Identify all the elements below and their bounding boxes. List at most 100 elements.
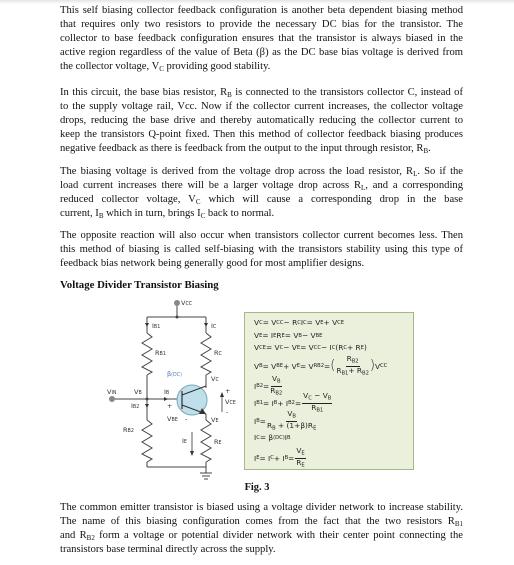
- text-run: = V: [300, 343, 314, 352]
- label-re: RE: [214, 438, 222, 446]
- numerator: VC − VB: [302, 391, 333, 404]
- equation: VE = IERE = VB − V BE: [254, 331, 322, 340]
- text-run: + (1+β)R: [275, 420, 314, 430]
- text-line: transistors base terminal directly acros…: [60, 543, 463, 557]
- text-run: = V: [299, 361, 314, 371]
- denominator: RB1+ RB2: [336, 365, 369, 378]
- text-run: =: [294, 398, 302, 408]
- ie-arrow-icon: [190, 451, 194, 456]
- label-beta-dc: β(DC): [167, 370, 182, 378]
- subscript: CC: [276, 319, 284, 326]
- label-vbe-minus: -: [185, 415, 188, 423]
- subscript: E: [313, 425, 317, 431]
- text-run: − R: [283, 318, 298, 327]
- subscript: B: [286, 434, 291, 441]
- subscript: B2: [86, 534, 95, 542]
- label-rb2: RB2: [123, 426, 134, 434]
- subscript: B1: [256, 400, 264, 406]
- subscript: B2: [351, 358, 359, 365]
- subscript: CE: [259, 344, 266, 351]
- text-line: and RB2 form a voltage or potential divi…: [60, 529, 463, 543]
- text-run: ): [363, 343, 367, 352]
- ib1-arrow-icon: [145, 323, 149, 327]
- label-vce-plus: +: [225, 387, 230, 395]
- text-line: The common emitter transistor is biased …: [60, 501, 463, 515]
- text-run: The common emitter transistor is biased …: [60, 502, 463, 513]
- parenthesis: (: [330, 358, 336, 373]
- subscript: RB2: [313, 363, 325, 369]
- equation: V CE = VC − VE = V CC − I C (R C + R E): [254, 343, 367, 352]
- resistor-rb2: [140, 419, 154, 463]
- text-run: + R: [348, 365, 363, 375]
- subscript: B: [292, 413, 296, 420]
- label-vbe-plus: +: [167, 402, 172, 410]
- text-run: = I: [262, 331, 274, 340]
- subscript: E: [301, 450, 305, 457]
- text-run: − I: [320, 343, 332, 352]
- subscript: CC: [313, 344, 321, 351]
- text-run: =: [263, 381, 270, 391]
- resistor-rc: [199, 332, 213, 376]
- text-run: + I: [273, 453, 285, 463]
- subscript: B: [277, 378, 281, 385]
- label-ib1: IB1: [152, 322, 160, 330]
- subscript: B1: [454, 520, 463, 528]
- text-run: = V: [262, 361, 277, 371]
- label-vcc: VCC: [181, 299, 193, 307]
- vce-arrow-icon: [220, 392, 224, 397]
- label-ib: IB: [164, 388, 169, 396]
- subscript: BE: [276, 363, 284, 369]
- text-run: + V: [283, 361, 297, 371]
- text-run: − V: [311, 391, 328, 400]
- text-run: The name of this biasing configuration c…: [60, 516, 455, 527]
- text-run: = V: [306, 318, 321, 327]
- figure-caption: Fig. 3: [244, 482, 270, 493]
- text-run: + R: [346, 343, 361, 352]
- subscript: B2: [362, 370, 369, 376]
- fraction: VE RE: [295, 447, 306, 470]
- text-line: The name of this biasing configuration c…: [60, 515, 463, 529]
- label-vin: VIN: [107, 388, 117, 396]
- label-rb1: RB1: [155, 349, 166, 357]
- text-run: = I: [259, 453, 271, 463]
- ib-arrow-icon: [164, 397, 168, 401]
- label-ie: IE: [182, 437, 187, 445]
- denominator: RB + (1+β)RE: [267, 420, 317, 433]
- text-run: = β: [259, 433, 274, 442]
- equation: IC = β (DC) I B: [254, 433, 291, 442]
- label-ic: IC: [211, 322, 217, 330]
- equation: IE = I C + IB = VE RE: [254, 447, 307, 469]
- resistor-re: [199, 419, 213, 463]
- text-run: =: [288, 453, 295, 463]
- paragraph-common-emitter: The common emitter transistor is biased …: [60, 501, 463, 557]
- subscript: B1: [316, 407, 324, 413]
- label-ve: VE: [211, 416, 218, 424]
- text-run: − V: [301, 331, 316, 340]
- fraction: RB2 RB1+ RB2: [336, 355, 369, 377]
- text-run: + V: [323, 318, 338, 327]
- subscript: (DC): [273, 434, 285, 441]
- fraction: VB RB + (1+β)RE: [267, 410, 316, 432]
- ic-arrow-icon: [204, 323, 208, 327]
- text-run: + I: [277, 398, 289, 408]
- label-vb: VB: [134, 388, 142, 396]
- text-run: form a voltage or potential divider netw…: [94, 530, 463, 541]
- label-vce-minus: -: [226, 408, 229, 416]
- text-run: = V: [262, 318, 277, 327]
- equations-box: VC = V CC − RCIC = V E + V CE V E = IERE = VB …: [244, 312, 414, 470]
- subscript: B2: [256, 383, 264, 389]
- text-run: (R: [335, 343, 344, 352]
- resistor-rb1: [140, 332, 154, 376]
- vcc-terminal-icon: [174, 300, 180, 306]
- equation: VC = V CC − RCIC = V E + V CE: [254, 318, 344, 327]
- subscript: CE: [337, 319, 345, 326]
- text-run: = V: [265, 343, 280, 352]
- text-run: =: [259, 416, 266, 426]
- text-run: = V: [284, 331, 299, 340]
- subscript: B: [327, 395, 332, 402]
- denominator: RE: [296, 458, 304, 470]
- text-run: = I: [263, 398, 274, 408]
- subscript: CC: [380, 363, 388, 369]
- text-run: and R: [60, 530, 87, 541]
- label-vc: VC: [211, 375, 219, 383]
